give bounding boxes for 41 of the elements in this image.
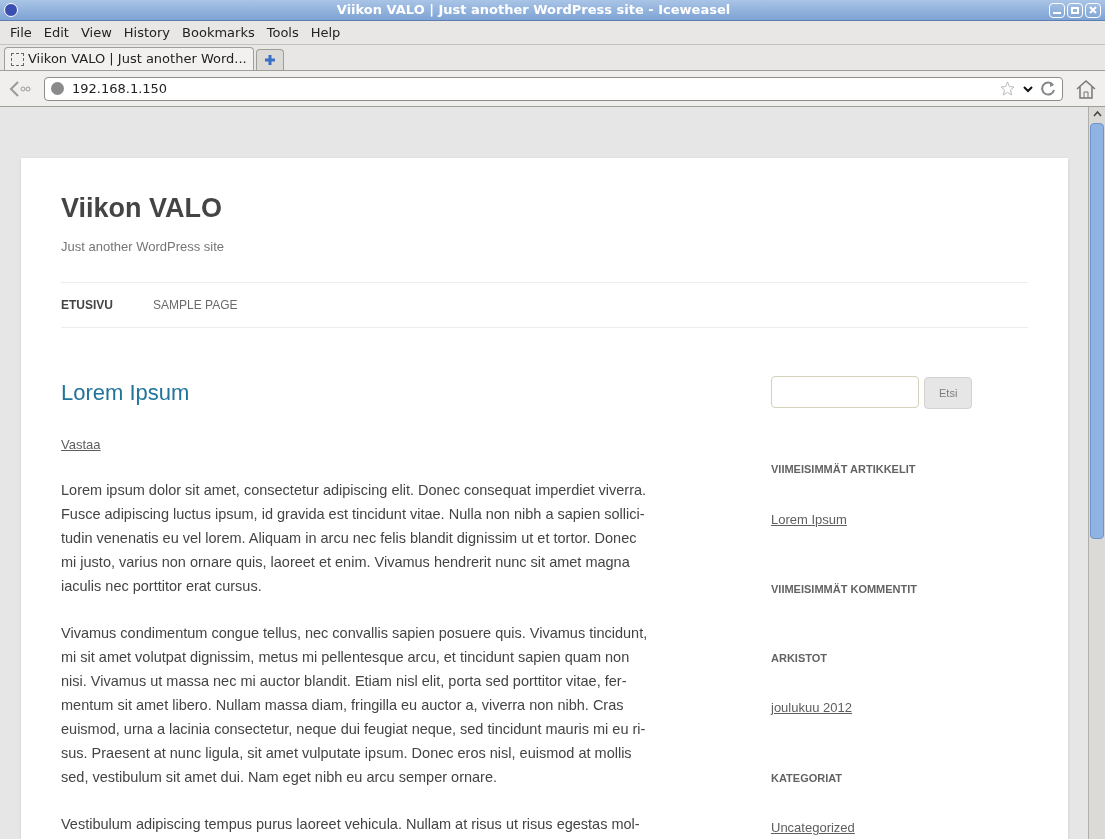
- widget-link[interactable]: Uncategorized: [771, 820, 855, 835]
- menu-item[interactable]: Bookmarks: [176, 22, 261, 43]
- site-tagline: Just another WordPress site: [61, 237, 226, 256]
- window-title: Viikon VALO | Just another WordPress site - Iceweasel: [335, 1, 732, 20]
- post-title[interactable]: Lorem Ipsum: [61, 376, 771, 409]
- star-icon[interactable]: [1000, 81, 1015, 96]
- menu-item[interactable]: Edit: [37, 22, 75, 43]
- browser-tab[interactable]: Viikon VALO | Just another Word...: [4, 47, 254, 70]
- post-paragraph: Vivamus condimentum congue tellus, nec convallis sapien posuere quis. Vivamus tincidunt, mi sit amet volutpat dignissim, metus mi pellentesque arcu, et tincidunt sapien quam non nisi. Vivamus ut massa nec mi auctor blandit. Etiam nisl elit, porta sed porttitor vitae, fer- mentum sit amet libero. Nullam massa diam, fringilla eu auctor a, viverra non nibh. Cras euismod, urna a lacinia consectetur, neque dui feugiat neque, sed tincidunt mauris mi eu ri- sus. Praesent at nunc ligula, sit amet vulputate ipsum. Donec eros nisl, euismod at mollis sed, vestibulum sit amet dui. Nam eget nibh eu arcu semper ornare.: [61, 623, 648, 787]
- app-icon: [4, 3, 18, 17]
- page-icon: [11, 52, 24, 66]
- widget-link[interactable]: Lorem Ipsum: [771, 511, 847, 527]
- menu-item[interactable]: File: [4, 22, 38, 43]
- menu-item[interactable]: Help: [304, 22, 347, 43]
- widget-heading: VIIMEISIMMÄT ARTIKKELIT: [771, 462, 917, 477]
- menu-item[interactable]: Tools: [260, 22, 305, 43]
- minimize-button[interactable]: [1049, 2, 1065, 18]
- widget-heading: ARKISTOT: [771, 650, 829, 666]
- search-field[interactable]: [771, 376, 919, 408]
- reload-icon[interactable]: [1041, 81, 1056, 96]
- menu-item[interactable]: History: [117, 22, 177, 43]
- post-paragraph: Lorem ipsum dolor sit amet, consectetur adipiscing elit. Donec consequat imperdiet viverra. Fusce adipiscing luctus ipsum, id gravida est tincidunt vitae. Nulla non nibh a sapien sollici- tudin venenatis eu vel lorem. Aliquam in arcu nec felis blandit dignissim ut et tortor. Donec mi justo, varius non ornare quis, laoreet et enim. Vivamus hendrerit nunc sit amet magna iaculis nec porttitor erat cursus.: [61, 480, 647, 596]
- maximize-button[interactable]: [1067, 2, 1083, 18]
- back-icon[interactable]: [8, 79, 32, 98]
- new-tab-button[interactable]: [255, 49, 284, 70]
- post-paragraph: Vestibulum adipiscing tempus purus laoreet vehicula. Nullam at risus ut risus egestas mol-: [61, 814, 640, 834]
- nav-link[interactable]: ETUSIVU: [61, 296, 113, 314]
- close-button[interactable]: [1085, 2, 1101, 18]
- reply-link[interactable]: Vastaa: [61, 437, 101, 452]
- address-bar[interactable]: 192.168.1.150: [44, 76, 1063, 101]
- nav-link[interactable]: SAMPLE PAGE: [153, 296, 238, 314]
- widget-heading: VIIMEISIMMÄT KOMMENTIT: [771, 582, 919, 597]
- widget-link[interactable]: joulukuu 2012: [771, 700, 852, 715]
- scrollbar-thumb[interactable]: [1090, 123, 1104, 539]
- close-icon: [1089, 6, 1097, 14]
- dropdown-caret-icon[interactable]: [1023, 84, 1033, 93]
- widget-heading: KATEGORIAT: [771, 770, 844, 786]
- site-title: Viikon VALO: [61, 192, 224, 225]
- menu-item[interactable]: View: [74, 22, 118, 43]
- plus-icon: [263, 54, 276, 66]
- home-icon[interactable]: [1075, 77, 1097, 100]
